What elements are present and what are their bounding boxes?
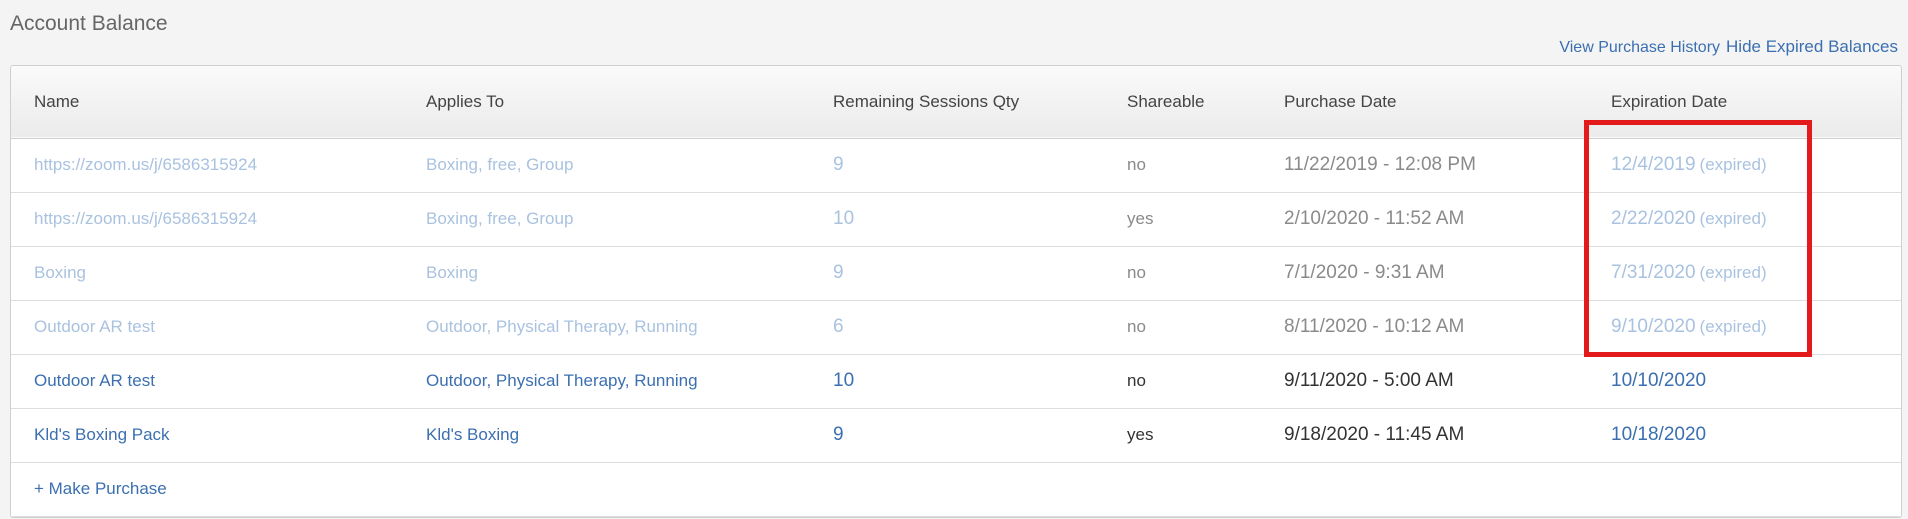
table-row: https://zoom.us/j/6586315924 Boxing, fre… <box>11 192 1901 246</box>
table-row: Outdoor AR test Outdoor, Physical Therap… <box>11 300 1901 354</box>
column-header-shareable[interactable]: Shareable <box>1104 66 1261 138</box>
view-purchase-history-link[interactable]: View Purchase History <box>1559 39 1720 57</box>
applies-to-link[interactable]: Boxing, free, Group <box>426 155 573 174</box>
applies-to-link[interactable]: Boxing <box>426 263 478 282</box>
applies-to-link[interactable]: Outdoor, Physical Therapy, Running <box>426 371 698 390</box>
purchase-date: 2/10/2020 - 11:52 AM <box>1284 208 1465 229</box>
balance-name-link[interactable]: https://zoom.us/j/6586315924 <box>34 209 257 228</box>
hide-expired-balances-link[interactable]: Hide Expired Balances <box>1726 37 1898 57</box>
remaining-sessions-link[interactable]: 9 <box>833 262 844 283</box>
shareable-value: no <box>1127 263 1146 282</box>
column-header-purchase-date[interactable]: Purchase Date <box>1261 66 1588 138</box>
purchase-date: 8/11/2020 - 10:12 AM <box>1284 316 1465 337</box>
purchase-date: 7/1/2020 - 9:31 AM <box>1284 262 1445 283</box>
top-links: View Purchase History Hide Expired Balan… <box>1559 37 1898 57</box>
balance-name-link[interactable]: Boxing <box>34 263 86 282</box>
make-purchase-row: + Make Purchase <box>11 462 1901 516</box>
shareable-value: yes <box>1127 425 1154 444</box>
column-header-expiration-date[interactable]: Expiration Date <box>1588 66 1901 138</box>
shareable-value: yes <box>1127 209 1154 228</box>
shareable-value: no <box>1127 371 1146 390</box>
expired-label: (expired) <box>1699 209 1767 228</box>
shareable-value: no <box>1127 155 1146 174</box>
remaining-sessions-link[interactable]: 9 <box>833 154 844 175</box>
table-row: Outdoor AR test Outdoor, Physical Therap… <box>11 354 1901 408</box>
expiration-date-link[interactable]: 2/22/2020 <box>1611 208 1696 229</box>
make-purchase-link[interactable]: + Make Purchase <box>34 479 167 498</box>
remaining-sessions-link[interactable]: 10 <box>833 370 854 391</box>
purchase-date: 11/22/2019 - 12:08 PM <box>1284 154 1476 175</box>
expiration-date-link[interactable]: 7/31/2020 <box>1611 262 1696 283</box>
remaining-sessions-link[interactable]: 9 <box>833 424 844 445</box>
expiration-date-link[interactable]: 10/10/2020 <box>1611 370 1706 391</box>
account-balance-table: Name Applies To Remaining Sessions Qty S… <box>11 66 1901 517</box>
column-header-remaining-sessions[interactable]: Remaining Sessions Qty <box>810 66 1104 138</box>
table-row: Kld's Boxing Pack Kld's Boxing 9 yes 9/1… <box>11 408 1901 462</box>
expiration-date-link[interactable]: 12/4/2019 <box>1611 154 1696 175</box>
shareable-value: no <box>1127 317 1146 336</box>
expiration-date-link[interactable]: 9/10/2020 <box>1611 316 1696 337</box>
page-title: Account Balance <box>10 12 168 35</box>
balance-name-link[interactable]: Outdoor AR test <box>34 371 155 390</box>
expired-label: (expired) <box>1699 263 1767 282</box>
applies-to-link[interactable]: Outdoor, Physical Therapy, Running <box>426 317 698 336</box>
table-header-row: Name Applies To Remaining Sessions Qty S… <box>11 66 1901 138</box>
expired-label: (expired) <box>1699 155 1767 174</box>
applies-to-link[interactable]: Kld's Boxing <box>426 425 519 444</box>
purchase-date: 9/11/2020 - 5:00 AM <box>1284 370 1454 391</box>
column-header-applies-to[interactable]: Applies To <box>403 66 810 138</box>
balance-name-link[interactable]: https://zoom.us/j/6586315924 <box>34 155 257 174</box>
balance-name-link[interactable]: Outdoor AR test <box>34 317 155 336</box>
expiration-date-link[interactable]: 10/18/2020 <box>1611 424 1706 445</box>
remaining-sessions-link[interactable]: 10 <box>833 208 854 229</box>
table-row: https://zoom.us/j/6586315924 Boxing, fre… <box>11 138 1901 192</box>
balance-name-link[interactable]: Kld's Boxing Pack <box>34 425 170 444</box>
purchase-date: 9/18/2020 - 11:45 AM <box>1284 424 1465 445</box>
expired-label: (expired) <box>1699 317 1767 336</box>
applies-to-link[interactable]: Boxing, free, Group <box>426 209 573 228</box>
table-row: Boxing Boxing 9 no 7/1/2020 - 9:31 AM 7/… <box>11 246 1901 300</box>
account-balance-panel: Name Applies To Remaining Sessions Qty S… <box>10 65 1902 518</box>
column-header-name[interactable]: Name <box>11 66 403 138</box>
remaining-sessions-link[interactable]: 6 <box>833 316 844 337</box>
